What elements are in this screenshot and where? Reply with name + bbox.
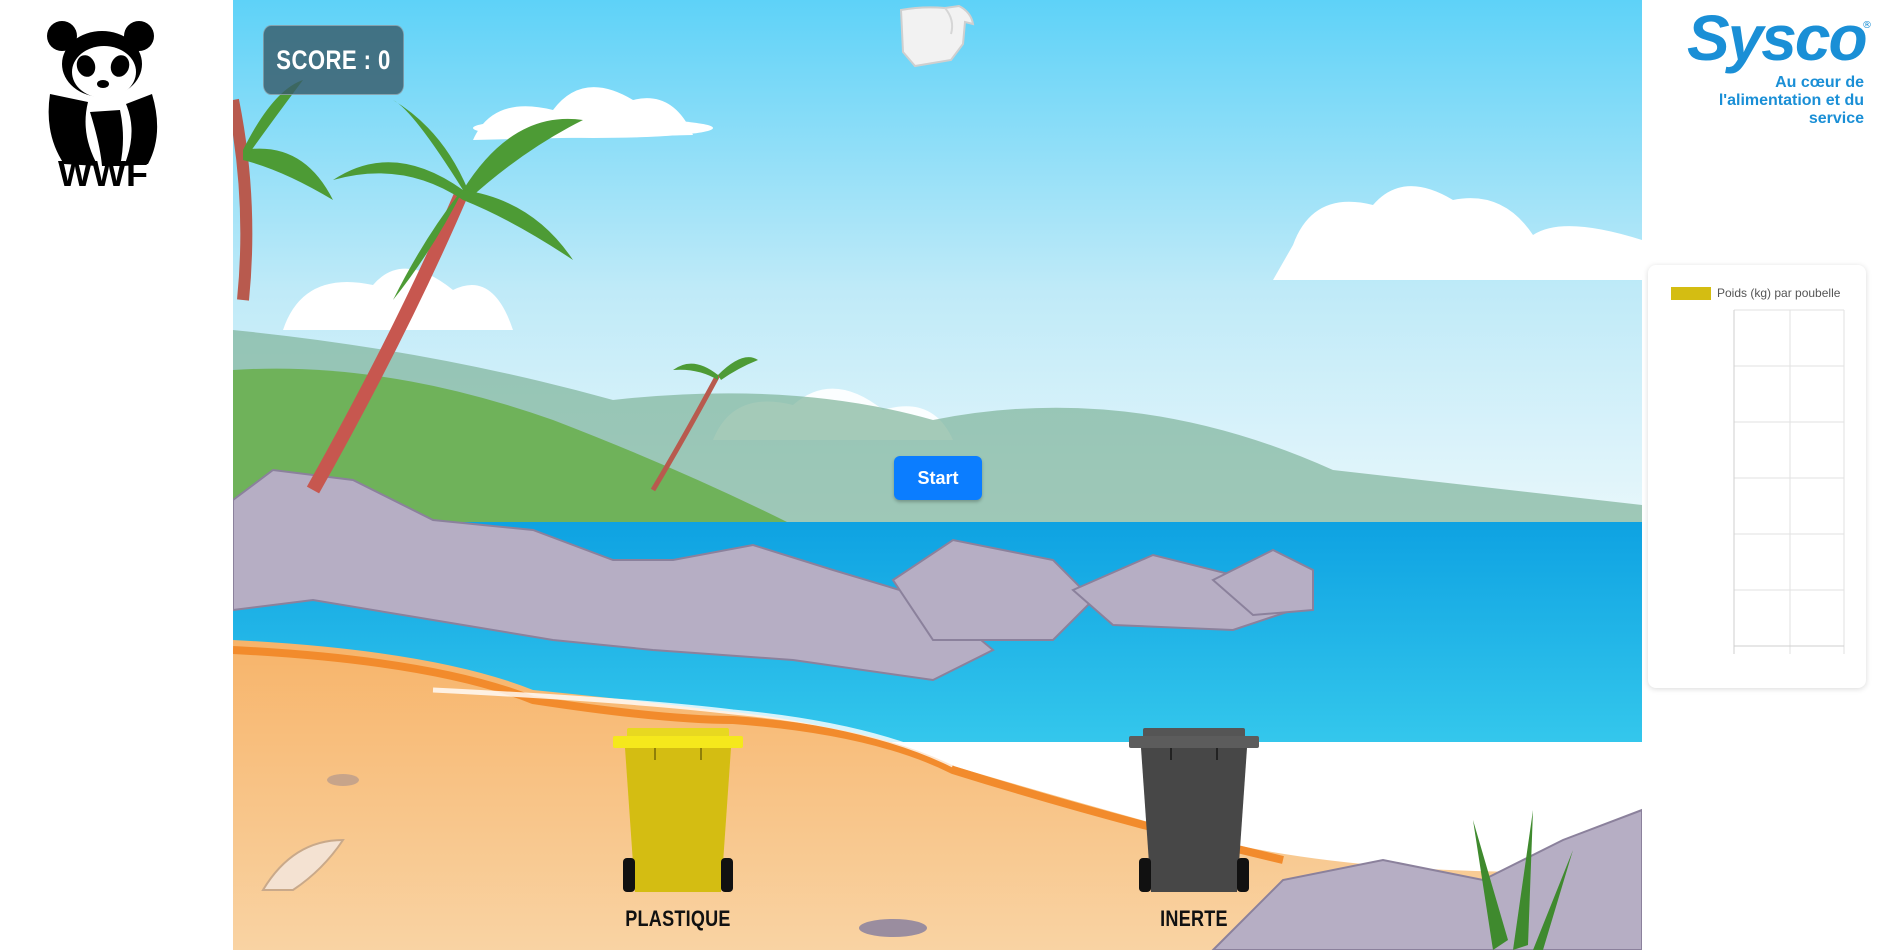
score-label: SCORE : 0	[276, 44, 391, 75]
bin-plastique[interactable]	[613, 726, 743, 896]
legend-label[interactable]: Poids (kg) par poubelle	[1717, 286, 1841, 300]
left-panel: © ® WWF	[0, 0, 233, 950]
game-area[interactable]: SCORE : 0 Start PLASTIQUE INERTE	[233, 0, 1642, 950]
chart-grid	[1734, 309, 1845, 654]
start-button[interactable]: Start	[894, 456, 982, 500]
wwf-text: WWF	[58, 153, 148, 189]
bin-label-plastique: PLASTIQUE	[625, 906, 731, 931]
svg-text:®: ®	[150, 134, 157, 142]
registered-mark: ®	[1862, 20, 1872, 31]
svg-text:©: ©	[62, 138, 69, 146]
legend-swatch	[1671, 287, 1711, 300]
wwf-panda-logo: © ® WWF	[40, 14, 170, 189]
weight-chart: Poids (kg) par poubelle	[1648, 265, 1866, 688]
score-display: SCORE : 0	[263, 25, 405, 95]
bin-label-inerte: INERTE	[1160, 906, 1228, 931]
sysco-wordmark: Sysco	[1687, 2, 1868, 74]
plastic-bag-icon[interactable]	[893, 4, 977, 70]
bin-inerte[interactable]	[1129, 726, 1259, 896]
sysco-tagline: Au cœur de l'alimentation et du service	[1718, 74, 1864, 127]
